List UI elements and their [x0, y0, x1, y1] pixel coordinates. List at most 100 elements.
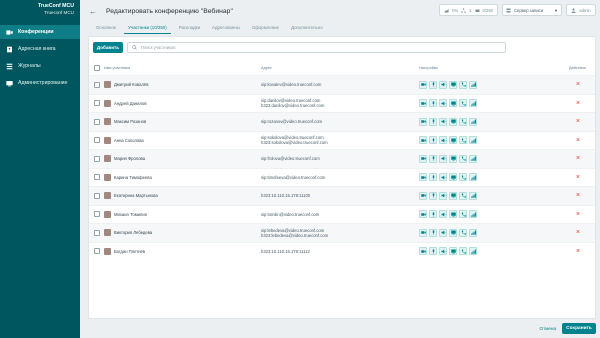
camera-icon[interactable] [419, 99, 427, 108]
camera-icon[interactable] [419, 117, 427, 126]
tab-0[interactable]: Основное [90, 20, 122, 34]
speaker-icon[interactable] [439, 247, 447, 256]
speaker-icon[interactable] [439, 154, 447, 163]
screen-share-icon[interactable] [449, 210, 457, 219]
delete-icon[interactable]: × [576, 192, 580, 199]
microphone-icon[interactable] [429, 191, 437, 200]
speaker-icon[interactable] [439, 80, 447, 89]
row-checkbox[interactable] [94, 100, 100, 107]
phone-icon[interactable] [459, 117, 467, 126]
phone-icon[interactable] [459, 210, 467, 219]
screen-share-icon[interactable] [449, 117, 457, 126]
screen-share-icon[interactable] [449, 80, 457, 89]
row-checkbox[interactable] [94, 248, 100, 255]
select-all-checkbox[interactable] [94, 65, 100, 71]
camera-icon[interactable] [419, 80, 427, 89]
screen-share-icon[interactable] [449, 136, 457, 145]
row-checkbox[interactable] [94, 137, 100, 144]
sidebar-item-1[interactable]: Адресная книга [0, 42, 80, 56]
search-input[interactable]: Поиск участников [127, 42, 506, 53]
screen-share-icon[interactable] [449, 154, 457, 163]
speaker-icon[interactable] [439, 173, 447, 182]
phone-icon[interactable] [459, 136, 467, 145]
microphone-icon[interactable] [429, 154, 437, 163]
phone-icon[interactable] [459, 173, 467, 182]
delete-icon[interactable]: × [576, 248, 580, 255]
cancel-button[interactable]: Отмена [540, 326, 556, 331]
sidebar-item-2[interactable]: Журналы [0, 59, 80, 73]
phone-icon[interactable] [459, 154, 467, 163]
delete-icon[interactable]: × [576, 81, 580, 88]
row-checkbox[interactable] [94, 211, 100, 218]
speaker-icon[interactable] [439, 191, 447, 200]
signal-icon[interactable] [469, 210, 477, 219]
delete-icon[interactable]: × [576, 155, 580, 162]
screen-share-icon[interactable] [449, 191, 457, 200]
server-select[interactable]: Сервер записи ▼ [502, 4, 562, 16]
microphone-icon[interactable] [429, 173, 437, 182]
participant-cell: Максим Розанов [104, 118, 146, 126]
screen-share-icon[interactable] [449, 173, 457, 182]
speaker-icon[interactable] [439, 210, 447, 219]
tab-2[interactable]: Раскладки [173, 20, 206, 34]
phone-icon[interactable] [459, 80, 467, 89]
delete-icon[interactable]: × [576, 137, 580, 144]
microphone-icon[interactable] [429, 80, 437, 89]
tab-5[interactable]: Дополнительно [285, 20, 329, 34]
row-checkbox[interactable] [94, 174, 100, 181]
row-checkbox[interactable] [94, 192, 100, 199]
speaker-icon[interactable] [439, 99, 447, 108]
signal-icon[interactable] [469, 80, 477, 89]
screen-share-icon[interactable] [449, 99, 457, 108]
microphone-icon[interactable] [429, 228, 437, 237]
signal-icon[interactable] [469, 117, 477, 126]
row-checkbox[interactable] [94, 229, 100, 236]
signal-icon[interactable] [469, 191, 477, 200]
microphone-icon[interactable] [429, 99, 437, 108]
microphone-icon[interactable] [429, 247, 437, 256]
camera-icon[interactable] [419, 228, 427, 237]
speaker-icon[interactable] [439, 228, 447, 237]
signal-icon[interactable] [469, 173, 477, 182]
back-arrow-icon[interactable]: ← [89, 7, 97, 16]
tab-4[interactable]: Оформление [246, 20, 285, 34]
camera-icon[interactable] [419, 173, 427, 182]
phone-icon[interactable] [459, 191, 467, 200]
microphone-icon[interactable] [429, 210, 437, 219]
speaker-icon[interactable] [439, 136, 447, 145]
avatar [104, 136, 111, 144]
signal-icon[interactable] [469, 99, 477, 108]
row-checkbox[interactable] [94, 81, 100, 88]
tab-3[interactable]: Адресованны [206, 20, 246, 34]
camera-icon[interactable] [419, 191, 427, 200]
signal-icon[interactable] [469, 247, 477, 256]
microphone-icon[interactable] [429, 136, 437, 145]
delete-icon[interactable]: × [576, 229, 580, 236]
speaker-icon[interactable] [439, 117, 447, 126]
add-button[interactable]: Добавить [93, 42, 123, 53]
phone-icon[interactable] [459, 228, 467, 237]
camera-icon[interactable] [419, 247, 427, 256]
phone-icon[interactable] [459, 99, 467, 108]
signal-icon[interactable] [469, 154, 477, 163]
camera-icon[interactable] [419, 136, 427, 145]
sidebar-item-0[interactable]: Конференции [0, 25, 80, 39]
signal-icon[interactable] [469, 136, 477, 145]
screen-share-icon[interactable] [449, 247, 457, 256]
screen-share-icon[interactable] [449, 228, 457, 237]
delete-icon[interactable]: × [576, 118, 580, 125]
microphone-icon[interactable] [429, 117, 437, 126]
user-menu[interactable]: admin [566, 4, 596, 16]
row-checkbox[interactable] [94, 155, 100, 162]
tab-1[interactable]: Участники (10/250) [122, 20, 173, 34]
phone-icon[interactable] [459, 247, 467, 256]
camera-icon[interactable] [419, 154, 427, 163]
signal-icon[interactable] [469, 228, 477, 237]
camera-icon[interactable] [419, 210, 427, 219]
sidebar-item-3[interactable]: Администрирование [0, 76, 80, 90]
delete-icon[interactable]: × [576, 211, 580, 218]
delete-icon[interactable]: × [576, 100, 580, 107]
save-button[interactable]: Сохранить [562, 323, 596, 334]
row-checkbox[interactable] [94, 118, 100, 125]
delete-icon[interactable]: × [576, 174, 580, 181]
